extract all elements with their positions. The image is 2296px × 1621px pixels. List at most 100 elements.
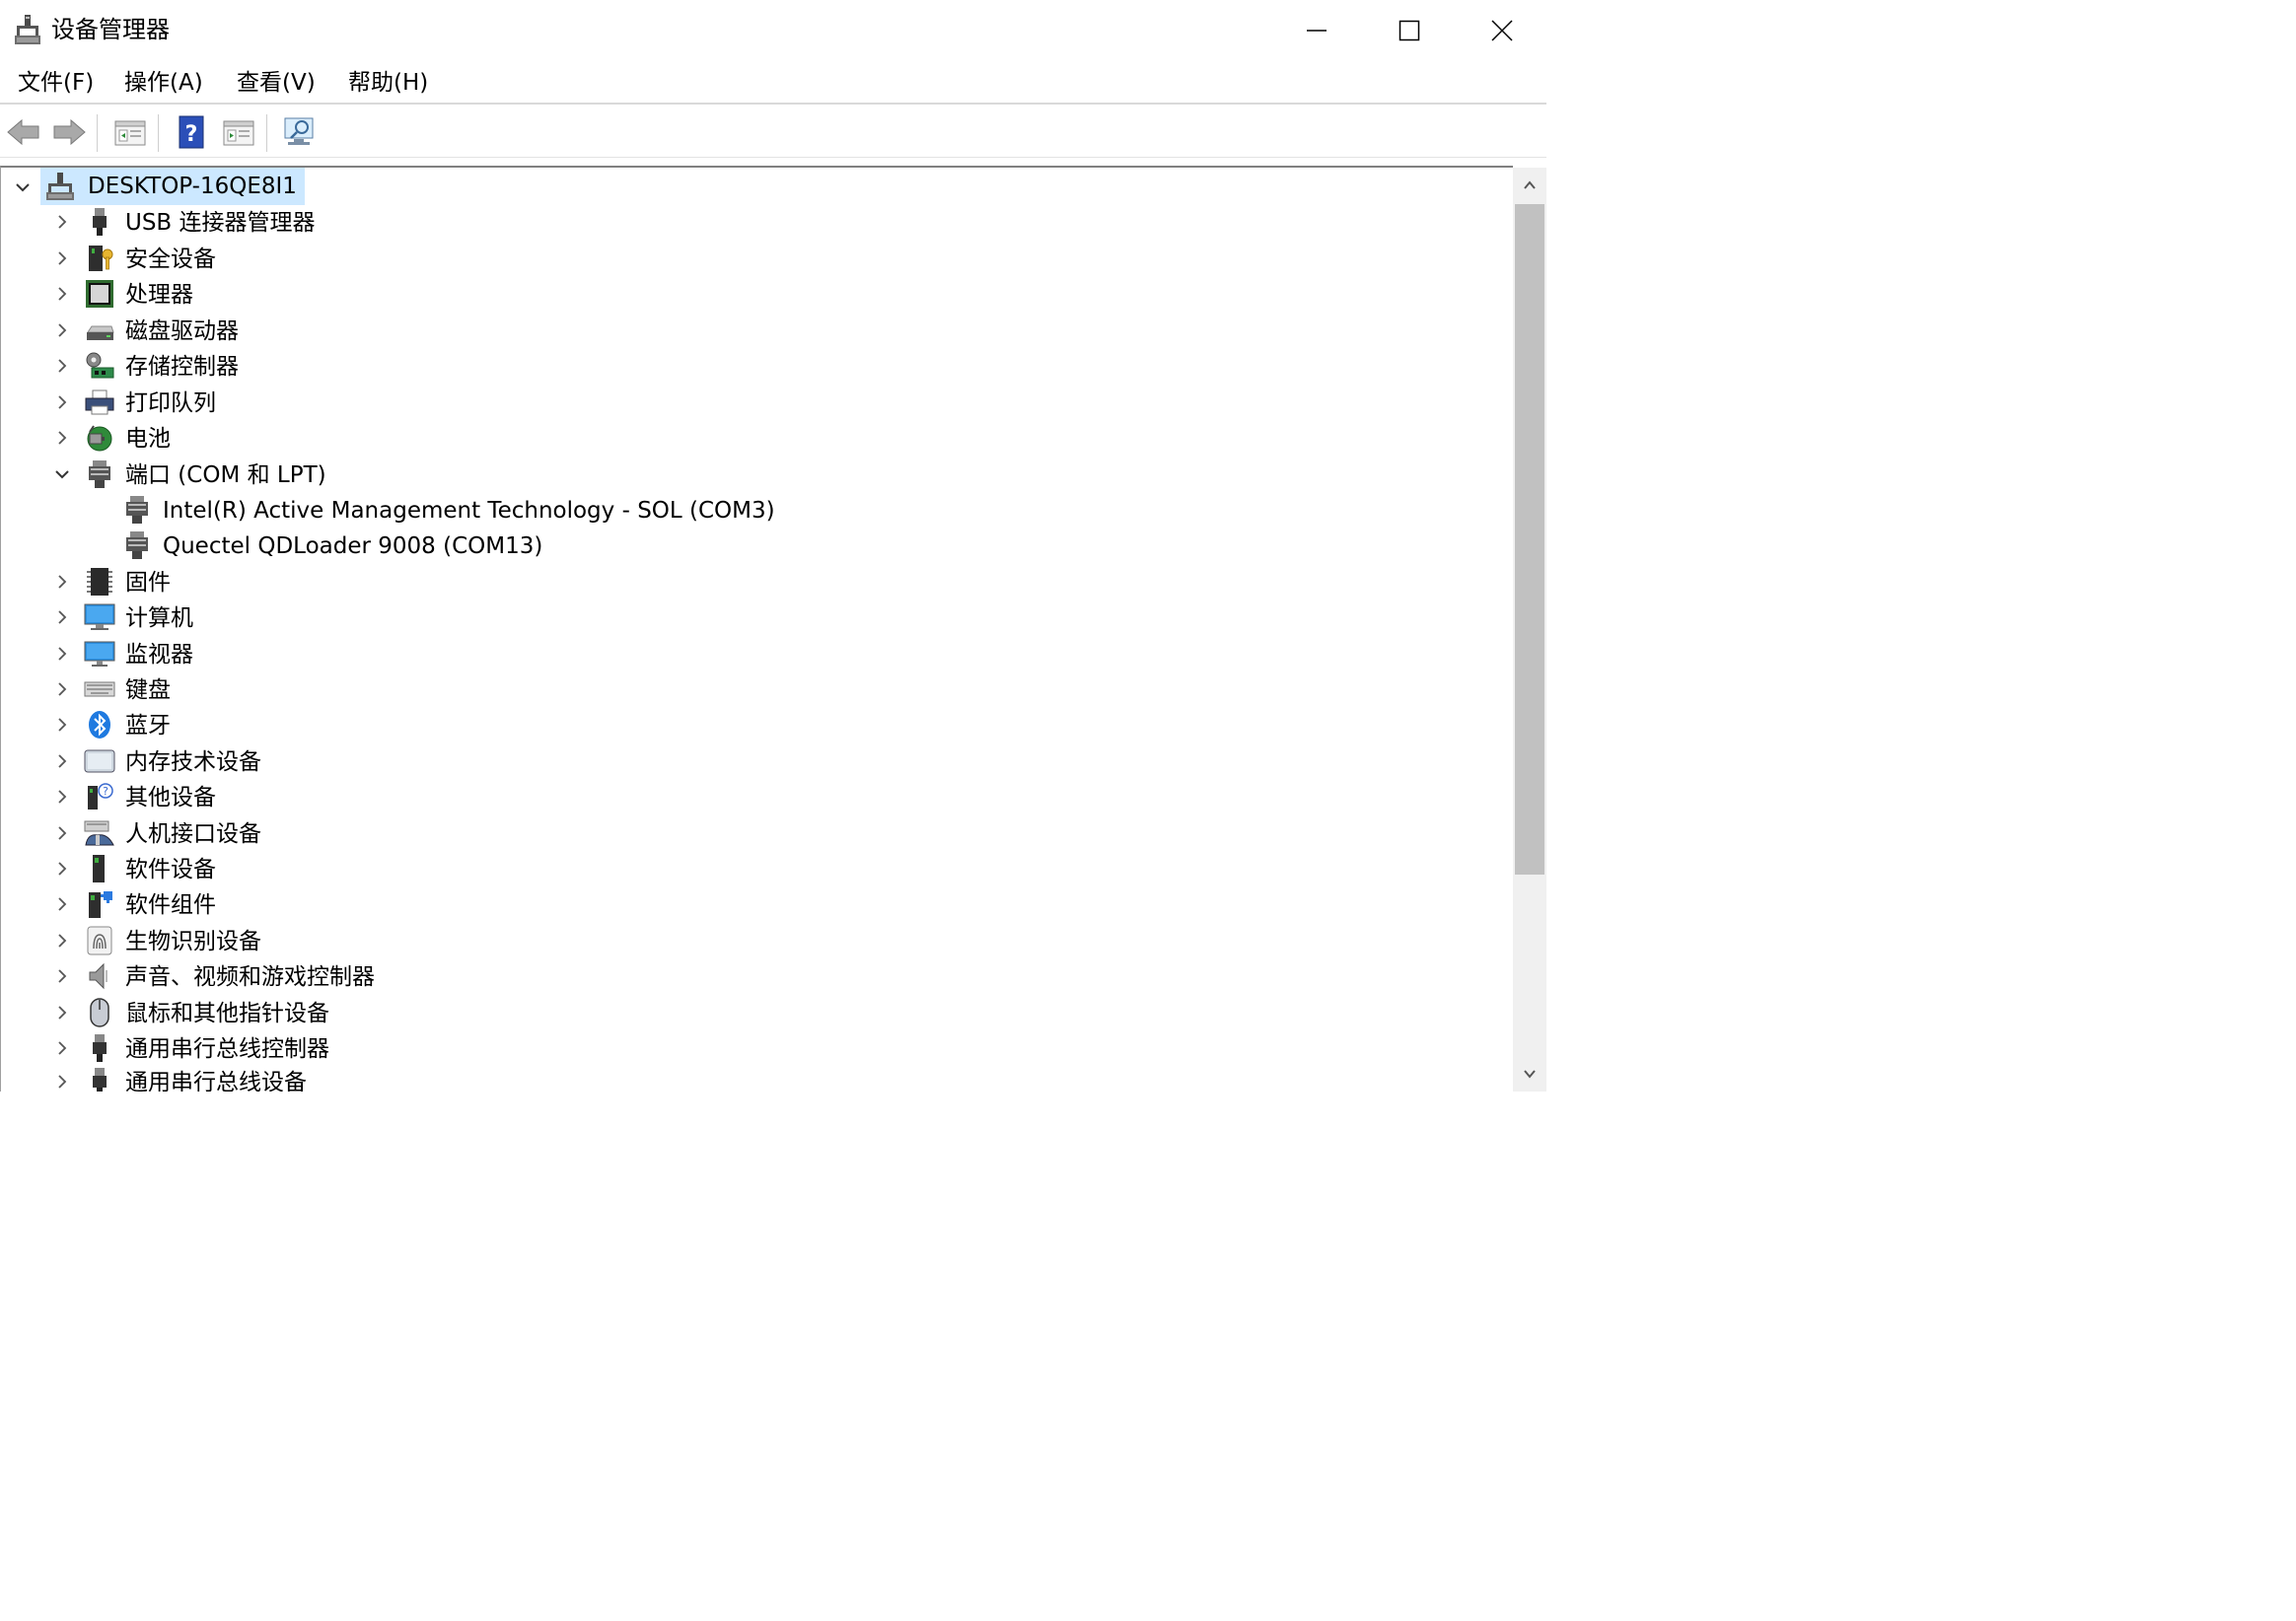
tree-item-label: 人机接口设备 <box>125 821 261 847</box>
maximize-button[interactable] <box>1363 0 1456 61</box>
chevron-right-icon[interactable] <box>52 284 72 304</box>
tree-item[interactable]: 打印队列 <box>1 386 1510 421</box>
chevron-right-icon[interactable] <box>52 644 72 664</box>
tree-child-item[interactable]: Intel(R) Active Management Technology - … <box>1 493 1510 529</box>
vertical-scrollbar[interactable] <box>1513 168 1546 1092</box>
device-manager-icon <box>15 15 40 44</box>
action-pane-icon[interactable] <box>221 114 256 150</box>
chevron-right-icon[interactable] <box>52 248 72 268</box>
tree-item[interactable]: 计算机 <box>1 600 1510 636</box>
properties-pane-icon[interactable] <box>112 114 148 150</box>
tree-item[interactable]: 软件设备 <box>1 852 1510 887</box>
tree-item[interactable]: 软件组件 <box>1 887 1510 923</box>
chevron-down-icon[interactable] <box>13 177 33 197</box>
menu-view[interactable]: 查看(V) <box>237 67 316 99</box>
chevron-right-icon[interactable] <box>52 1038 72 1058</box>
tree-item-label: 处理器 <box>125 282 193 308</box>
tree-item[interactable]: USB 连接器管理器 <box>1 205 1510 241</box>
chevron-right-icon[interactable] <box>52 320 72 340</box>
forward-arrow-icon[interactable] <box>51 114 87 150</box>
tree-item-label: 磁盘驱动器 <box>125 318 239 344</box>
window-title: 设备管理器 <box>51 16 170 43</box>
chevron-down-icon <box>1524 1070 1536 1079</box>
tree-item[interactable]: 内存技术设备 <box>1 744 1510 780</box>
tree-item[interactable]: 通用串行总线控制器 <box>1 1031 1510 1067</box>
back-arrow-icon[interactable] <box>6 114 41 150</box>
monitor-icon <box>84 641 115 667</box>
hid-icon <box>84 820 114 846</box>
tree-item[interactable]: 监视器 <box>1 637 1510 672</box>
storage-controller-icon <box>86 352 114 379</box>
chevron-right-icon[interactable] <box>52 931 72 951</box>
tree-item-label: 固件 <box>125 570 171 596</box>
chevron-right-icon[interactable] <box>52 715 72 735</box>
scroll-up-button[interactable] <box>1513 168 1546 203</box>
chevron-right-icon[interactable] <box>52 787 72 807</box>
computer-network-icon <box>46 173 74 200</box>
tree-item[interactable]: 蓝牙 <box>1 708 1510 743</box>
tree-item[interactable]: ? 其他设备 <box>1 780 1510 815</box>
tree-item[interactable]: 处理器 <box>1 277 1510 313</box>
tree-root[interactable]: DESKTOP-16QE8I1 <box>1 168 1510 205</box>
scroll-down-button[interactable] <box>1513 1056 1546 1092</box>
chevron-right-icon[interactable] <box>52 751 72 771</box>
chevron-right-icon[interactable] <box>52 679 72 699</box>
chevron-right-icon[interactable] <box>52 859 72 879</box>
tree-item[interactable]: 磁盘驱动器 <box>1 314 1510 349</box>
minimize-button[interactable] <box>1270 0 1363 61</box>
scan-hardware-icon[interactable] <box>282 114 318 150</box>
toolbar-separator <box>158 114 159 152</box>
tree-item-label: 电池 <box>125 426 171 452</box>
speaker-icon <box>89 962 108 990</box>
tree-item[interactable]: 端口 (COM 和 LPT) <box>1 458 1510 493</box>
tree-child-item[interactable]: Quectel QDLoader 9008 (COM13) <box>1 529 1510 564</box>
bluetooth-icon <box>89 711 110 739</box>
menu-file[interactable]: 文件(F) <box>18 67 94 99</box>
menu-help[interactable]: 帮助(H) <box>348 67 428 99</box>
tree-item[interactable]: 固件 <box>1 565 1510 600</box>
chevron-right-icon[interactable] <box>52 823 72 843</box>
chevron-right-icon[interactable] <box>52 966 72 986</box>
unknown-device-icon: ? <box>88 783 113 810</box>
chevron-right-icon[interactable] <box>52 212 72 232</box>
tree-item[interactable]: 鼠标和其他指针设备 <box>1 996 1510 1031</box>
tree-item-label: Intel(R) Active Management Technology - … <box>163 498 775 524</box>
disk-drive-icon <box>87 325 114 340</box>
toolbar: ? <box>0 106 1546 158</box>
keyboard-icon <box>84 681 115 697</box>
tree-item-label: 安全设备 <box>125 247 216 272</box>
tree-item-label: Quectel QDLoader 9008 (COM13) <box>163 533 543 559</box>
menu-action[interactable]: 操作(A) <box>124 67 203 99</box>
chevron-right-icon[interactable] <box>52 607 72 627</box>
chevron-right-icon[interactable] <box>52 1003 72 1022</box>
tree-item[interactable]: 声音、视频和游戏控制器 <box>1 959 1510 995</box>
tree-item[interactable]: 存储控制器 <box>1 349 1510 385</box>
tree-item-label: 端口 (COM 和 LPT) <box>125 462 326 488</box>
tree-item[interactable]: 人机接口设备 <box>1 816 1510 852</box>
chevron-right-icon[interactable] <box>52 894 72 914</box>
tree-item[interactable]: 通用串行总线设备 <box>1 1065 1510 1092</box>
tree-item[interactable]: 电池 <box>1 421 1510 457</box>
close-button[interactable] <box>1456 0 1548 61</box>
help-icon[interactable]: ? <box>174 114 209 150</box>
chevron-right-icon[interactable] <box>52 428 72 448</box>
fingerprint-icon <box>87 926 112 955</box>
chevron-right-icon[interactable] <box>52 572 72 592</box>
chevron-down-icon[interactable] <box>52 464 72 484</box>
memory-device-icon <box>84 749 115 773</box>
scroll-thumb[interactable] <box>1515 204 1544 875</box>
tree-item[interactable]: 安全设备 <box>1 242 1510 277</box>
chevron-right-icon[interactable] <box>52 392 72 412</box>
tree-item-label: 打印队列 <box>125 390 216 416</box>
tree-item-label: 软件设备 <box>125 857 216 882</box>
chevron-up-icon <box>1524 180 1536 189</box>
tree-item[interactable]: 生物识别设备 <box>1 924 1510 959</box>
chevron-right-icon[interactable] <box>52 356 72 376</box>
tree-item[interactable]: 键盘 <box>1 672 1510 708</box>
port-connector-icon <box>126 531 148 559</box>
chevron-right-icon[interactable] <box>52 1072 72 1092</box>
root-label: DESKTOP-16QE8I1 <box>88 174 297 199</box>
mouse-icon <box>90 998 109 1027</box>
tree-item-label: 监视器 <box>125 642 193 668</box>
usb-plug-icon <box>93 1068 107 1092</box>
